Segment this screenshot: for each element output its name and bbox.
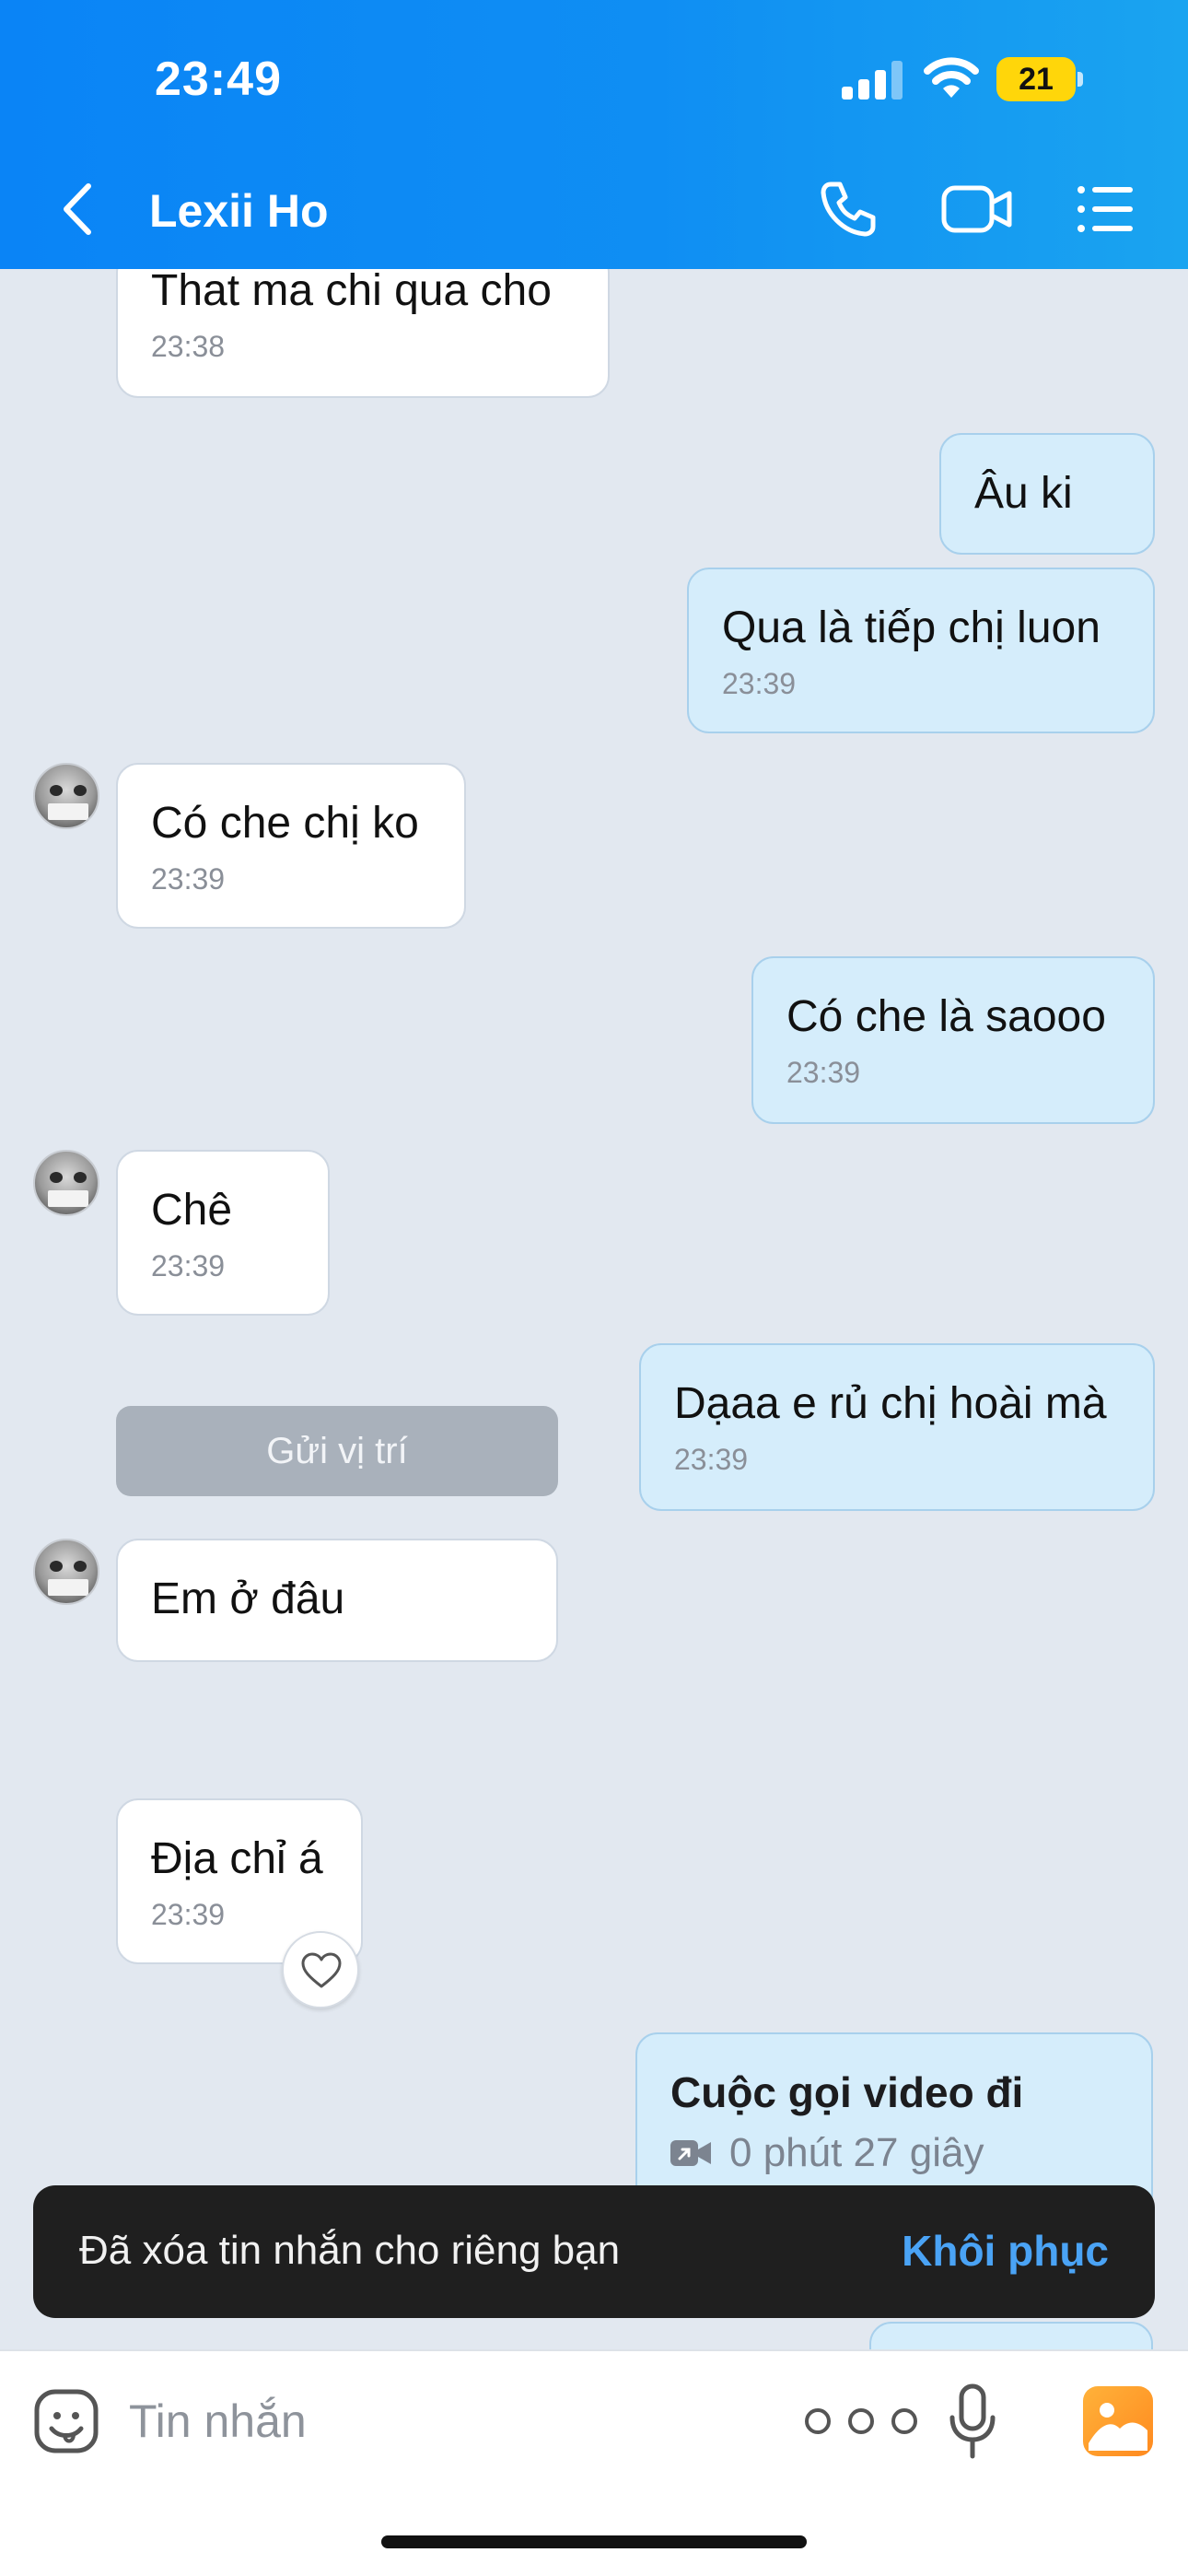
message-time: 23:39 [151,862,226,896]
undo-toast: Đã xóa tin nhắn cho riêng bạn Khôi phục [33,2185,1155,2318]
outgoing-message[interactable]: Dạaa e rủ chị hoài mà 23:39 [639,1343,1155,1511]
call-duration: 0 phút 27 giây [729,2130,984,2175]
message-text: Âu ki [974,469,1073,518]
message-text: Có che chị ko [151,799,419,848]
heart-icon [301,1952,342,1988]
message-text: Địa chỉ á [151,1834,323,1883]
phone-icon[interactable] [818,179,879,240]
send-location-button[interactable]: Gửi vị trí [116,1406,558,1496]
message-text: Chê [151,1186,233,1235]
status-time: 23:49 [155,53,282,106]
contact-avatar[interactable] [33,1150,99,1216]
wifi-icon [924,57,979,98]
call-title: Cuộc gọi video đi [670,2068,1024,2116]
message-time: 23:39 [151,1898,226,1931]
message-text: Qua là tiếp chị luon [722,603,1101,652]
gallery-icon[interactable] [1083,2386,1153,2456]
incoming-message[interactable]: Có che chị ko 23:39 [116,763,466,929]
battery-nub [1077,72,1083,87]
message-input[interactable] [129,2388,755,2454]
message-time: 23:39 [722,667,797,700]
incoming-message[interactable]: Em ở đâu [116,1539,558,1662]
message-time: 23:39 [674,1443,749,1476]
incoming-message[interactable]: That ma chi qua cho 23:38 [116,269,610,398]
microphone-icon[interactable] [947,2383,998,2460]
gallery-picture-icon [1089,2403,1147,2451]
incoming-message[interactable]: Chê 23:39 [116,1150,330,1316]
call-duration-row: 0 phút 27 giây [670,2130,1118,2176]
chat-header: 23:49 21 Lexii Ho [0,0,1188,269]
outgoing-message[interactable]: Có che là saooo 23:39 [751,956,1155,1124]
video-camera-icon[interactable] [941,182,1013,236]
battery-indicator: 21 [996,57,1085,101]
message-time: 23:38 [151,330,226,363]
message-time: 23:39 [151,1249,226,1282]
battery-level: 21 [1019,62,1054,97]
sticker-icon[interactable] [33,2388,99,2454]
outgoing-message[interactable]: Âu ki [939,433,1155,555]
message-text: That ma chi qua cho [151,269,552,315]
back-icon[interactable] [55,177,101,241]
home-indicator [381,2535,807,2548]
contact-name[interactable]: Lexii Ho [149,184,328,238]
message-text: Em ở đâu [151,1575,345,1623]
restore-button[interactable]: Khôi phục [902,2226,1109,2276]
message-text: Có che là saooo [786,992,1106,1041]
message-time: 23:39 [786,1056,861,1089]
message-text: Dạaa e rủ chị hoài mà [674,1379,1107,1428]
cellular-signal-icon [842,61,903,100]
more-icon[interactable] [801,2405,921,2438]
outgoing-message-partial[interactable] [869,2322,1153,2349]
contact-avatar[interactable] [33,763,99,829]
contact-avatar[interactable] [33,1539,99,1605]
toast-message: Đã xóa tin nhắn cho riêng bạn [79,2228,621,2273]
react-heart-button[interactable] [282,1931,359,2008]
menu-list-icon[interactable] [1076,182,1135,236]
message-list[interactable]: That ma chi qua cho 23:38 Âu ki Qua là t… [0,269,1188,2349]
outgoing-message[interactable]: Qua là tiếp chị luon 23:39 [687,568,1155,733]
video-call-icon [670,2140,711,2166]
